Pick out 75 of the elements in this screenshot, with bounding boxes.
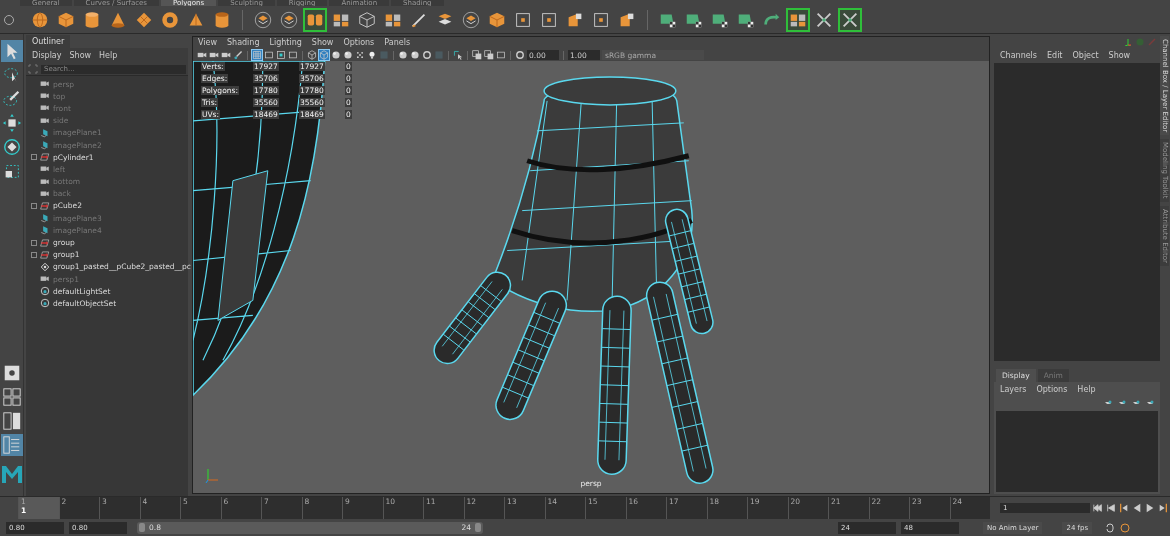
- image-plane-icon: [40, 213, 50, 224]
- menu-item[interactable]: View: [198, 38, 217, 48]
- layer-icon[interactable]: [1132, 399, 1140, 407]
- crossed-lines-icon[interactable]: [838, 7, 862, 32]
- cylinders-icon[interactable]: [303, 7, 327, 32]
- play-icon[interactable]: [1145, 503, 1155, 513]
- sphere-icon[interactable]: [398, 50, 408, 60]
- menu-item[interactable]: Edit: [1047, 51, 1063, 60]
- menu-item[interactable]: Options: [343, 38, 375, 48]
- target-icon[interactable]: [276, 50, 286, 60]
- four-pane-icon[interactable]: [0, 386, 23, 408]
- expand-toggle[interactable]: [31, 239, 37, 246]
- two-pane-icon[interactable]: [0, 410, 23, 432]
- ring-icon[interactable]: [422, 50, 432, 60]
- cursor-icon[interactable]: [453, 50, 463, 60]
- frame-icon[interactable]: [288, 50, 298, 60]
- menu-item[interactable]: Show: [69, 51, 92, 60]
- camera-icon[interactable]: [209, 50, 219, 60]
- image-plane-icon: [40, 225, 50, 236]
- image-plane-icon: [40, 127, 50, 138]
- skip-to-start-icon[interactable]: [1093, 503, 1103, 513]
- frame-icon[interactable]: [496, 50, 506, 60]
- layer-icon[interactable]: [1146, 399, 1154, 407]
- menu-item[interactable]: Layers: [1000, 385, 1027, 394]
- sphere-icon[interactable]: [410, 50, 420, 60]
- loop-icon[interactable]: [1105, 522, 1116, 533]
- menu-item[interactable]: Panels: [384, 38, 411, 48]
- play-backward-icon[interactable]: [1132, 503, 1142, 513]
- step-forward-icon[interactable]: [1158, 503, 1168, 513]
- camera-icon[interactable]: [197, 50, 207, 60]
- menu-item[interactable]: Help: [99, 51, 118, 60]
- layer-icon[interactable]: [1104, 399, 1112, 407]
- menu-item[interactable]: Show: [1108, 51, 1131, 60]
- copy-icon[interactable]: [472, 50, 482, 60]
- dots-icon[interactable]: [355, 50, 365, 60]
- frame-icon[interactable]: [264, 50, 274, 60]
- menu-item[interactable]: Show: [311, 38, 334, 48]
- set-icon: [40, 286, 50, 297]
- expand-toggle[interactable]: [31, 202, 37, 209]
- light-bulb-icon[interactable]: [367, 50, 377, 60]
- key-icon[interactable]: [1120, 522, 1131, 533]
- sphere-icon[interactable]: [343, 50, 353, 60]
- set-icon: [40, 298, 50, 309]
- current-frame-marker[interactable]: [18, 497, 59, 519]
- expand-toggle[interactable]: [31, 251, 37, 258]
- expand-toggle[interactable]: [31, 154, 37, 161]
- brush-icon[interactable]: [233, 50, 243, 60]
- transform-icon: [40, 237, 50, 248]
- ring-icon[interactable]: [515, 50, 525, 60]
- locator-icon: [40, 261, 50, 272]
- transform-icon: [40, 200, 50, 211]
- menu-item[interactable]: Shading: [227, 38, 260, 48]
- copy-icon[interactable]: [484, 50, 494, 60]
- image-plane-icon: [40, 140, 50, 151]
- step-back-key-icon[interactable]: [1106, 503, 1116, 513]
- outliner-tab[interactable]: Outliner: [26, 35, 71, 48]
- transform-icon: [40, 152, 50, 163]
- tiles-icon[interactable]: [786, 7, 810, 32]
- cube-icon[interactable]: [307, 50, 317, 60]
- camera-icon[interactable]: [221, 50, 231, 60]
- menu-item[interactable]: Help: [1077, 385, 1096, 394]
- step-back-icon[interactable]: [1119, 503, 1129, 513]
- arrow-cursor-icon[interactable]: [0, 40, 23, 62]
- axis-icon[interactable]: [1124, 38, 1132, 46]
- menu-item[interactable]: Lighting: [269, 38, 302, 48]
- menu-item[interactable]: Channels: [1000, 51, 1037, 60]
- menu-item[interactable]: Object: [1072, 51, 1099, 60]
- menu-item[interactable]: Options: [1036, 385, 1068, 394]
- transform-icon: [40, 249, 50, 260]
- sphere-icon[interactable]: [331, 50, 341, 60]
- menu-item[interactable]: Display: [32, 51, 62, 60]
- layer-icon[interactable]: [1118, 399, 1126, 407]
- outliner-layout-icon[interactable]: [0, 434, 23, 456]
- logo-icon: [0, 464, 23, 484]
- axis-icon: [205, 467, 219, 483]
